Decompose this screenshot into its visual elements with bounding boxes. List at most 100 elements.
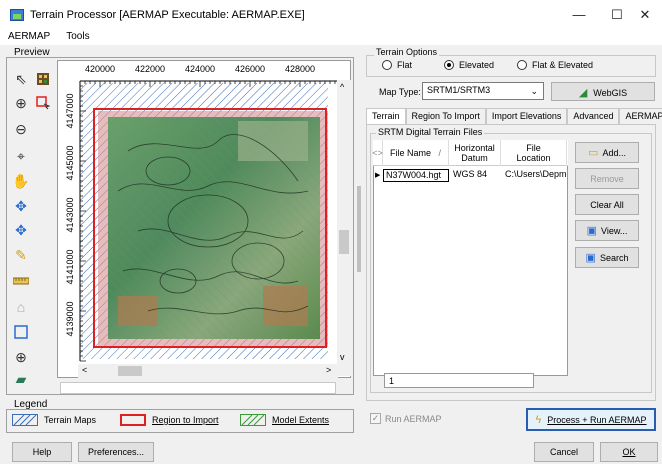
sort-icon: / [438,148,442,158]
map-vertical-scrollbar[interactable]: ^ v [337,80,351,376]
scroll-down-icon[interactable]: v [340,352,345,362]
cancel-button[interactable]: Cancel [534,442,594,462]
radio-flat-elevated-dot[interactable] [517,60,527,70]
table-row[interactable]: ▶ N37W004.hgt WGS 84 C:\Users\Depme [373,169,568,182]
move-icon[interactable]: ✥ [11,196,31,216]
y-tick-label: 4143000 [65,197,75,232]
y-tick-labels: 4147000 4145000 4143000 4141000 4139000 [65,93,75,336]
webgis-button[interactable]: ◢ WebGIS [551,82,655,101]
run-aermap-check-icon[interactable]: ✓ [370,413,381,424]
terrain-patch [263,286,308,326]
help-button[interactable]: Help [12,442,72,462]
srtm-files-label: SRTM Digital Terrain Files [376,127,485,137]
clear-all-button[interactable]: Clear All [575,194,639,215]
radio-flat[interactable]: Flat [382,60,412,70]
zoom-in-icon[interactable]: ⊕ [11,93,31,113]
search-button[interactable]: ▣ Search [575,247,639,268]
run-aermap-label: Run AERMAP [385,413,442,424]
ruler-icon[interactable] [11,271,31,291]
tab-import-elevations[interactable]: Import Elevations [485,108,568,125]
view-label: View... [601,225,628,236]
grid-col-file-name[interactable]: File Name / [383,140,449,166]
app-icon [10,9,24,21]
scroll-right-icon[interactable]: > [326,365,331,375]
terrain-options-label: Terrain Options [374,47,440,57]
y-tick-label: 4141000 [65,249,75,284]
run-aermap-checkbox[interactable]: ✓ Run AERMAP [370,413,442,424]
pointer-icon[interactable]: ⇖ [11,69,31,89]
layers-icon[interactable]: ▰ [11,369,31,389]
preview-status-field [60,382,336,394]
scroll-left-icon[interactable]: < [82,365,87,375]
x-tick-label: 426000 [235,64,265,74]
vertical-scroll-thumb[interactable] [339,230,349,254]
radio-flat-dot[interactable] [382,60,392,70]
radio-elevated-dot[interactable] [444,60,454,70]
move-alt-icon[interactable]: ✥ [11,220,31,240]
view-button[interactable]: ▣ View... [575,220,639,241]
view-icon: ▣ [586,225,598,237]
map-type-label: Map Type: [379,87,421,97]
boundary-box-icon[interactable] [11,322,31,342]
terrain-map-canvas[interactable]: 420000 422000 424000 426000 428000 4147000 41… [57,60,351,378]
map-type-value: SRTM1/SRTM3 [427,85,491,95]
horizontal-scroll-thumb[interactable] [118,366,142,376]
zoom-out-icon[interactable]: ⊖ [11,119,31,139]
radio-flat-label: Flat [397,60,413,70]
webgis-icon: ◢ [578,87,588,99]
add-label: Add... [602,147,626,158]
col-datum-line2: Datum [461,153,488,163]
legend-region-to-import-label: Region to Import [152,415,219,425]
terrain-grid-icon[interactable] [33,69,53,89]
add-button[interactable]: ▭ Add... [575,142,639,163]
ok-button[interactable]: OK [600,442,658,462]
pencil-icon[interactable]: ✎ [11,245,31,265]
col-location-line1: File [526,143,541,153]
process-label: Process + Run AERMAP [547,414,647,425]
crosshair-icon[interactable]: ⌖ [11,146,31,166]
radio-flat-elevated[interactable]: Flat & Elevated [517,60,593,70]
pan-hand-icon[interactable]: ✋ [11,171,31,191]
select-region-icon[interactable] [33,93,53,113]
map-horizontal-scrollbar[interactable]: < > [78,364,338,378]
col-datum-line1: Horizontal [454,143,495,153]
y-tick-label: 4139000 [65,301,75,336]
region-to-import-swatch [120,414,146,426]
row-marker-icon: ▶ [375,172,381,179]
tool-strip: ⇖ ⊕ ⊖ ⌖ ✋ ✥ ✥ ✎ ⌂ ⊕ ▰ [9,63,57,393]
grid-col-horizontal-datum[interactable]: Horizontal Datum [449,140,501,166]
tab-aermap[interactable]: AERMAP [619,108,662,125]
folder-open-icon: ▭ [588,147,599,159]
terrain-patch [118,296,158,326]
cell-file-name[interactable]: N37W004.hgt [383,169,449,182]
legend-region-to-import: Region to Import [120,414,219,426]
minimize-button[interactable]: — [558,0,600,30]
remove-button[interactable]: Remove [575,168,639,189]
tab-region-to-import[interactable]: Region To Import [405,108,486,125]
close-button[interactable]: ✕ [624,0,662,30]
building-icon[interactable]: ⌂ [11,297,31,317]
radio-elevated[interactable]: Elevated [444,60,494,70]
grid-record-count: 1 [384,373,534,388]
grid-col-file-location[interactable]: File Location [501,140,567,166]
chevron-down-icon: ⌄ [530,86,538,96]
cell-datum[interactable]: WGS 84 [451,169,501,182]
process-run-aermap-button[interactable]: ϟ Process + Run AERMAP [526,408,656,431]
map-type-select[interactable]: SRTM1/SRTM3 ⌄ [422,82,544,100]
splitter-grip[interactable] [357,186,361,272]
terrain-maps-swatch [12,414,38,426]
grid-col-arrow: <> [372,140,383,166]
legend-terrain-maps-label: Terrain Maps [44,415,97,425]
tab-strip: Terrain Region To Import Import Elevatio… [366,108,662,126]
menu-tools[interactable]: Tools [58,30,97,45]
x-tick-label: 420000 [85,64,115,74]
model-extents-swatch [240,414,266,426]
terrain-patch [238,121,308,161]
preferences-button[interactable]: Preferences... [78,442,154,462]
menu-bar: AERMAP Tools [0,30,662,45]
tab-advanced[interactable]: Advanced [567,108,620,125]
menu-aermap[interactable]: AERMAP [0,30,58,45]
scroll-up-icon[interactable]: ^ [340,82,344,92]
cell-location[interactable]: C:\Users\Depme [503,169,567,182]
globe-icon[interactable]: ⊕ [11,347,31,367]
